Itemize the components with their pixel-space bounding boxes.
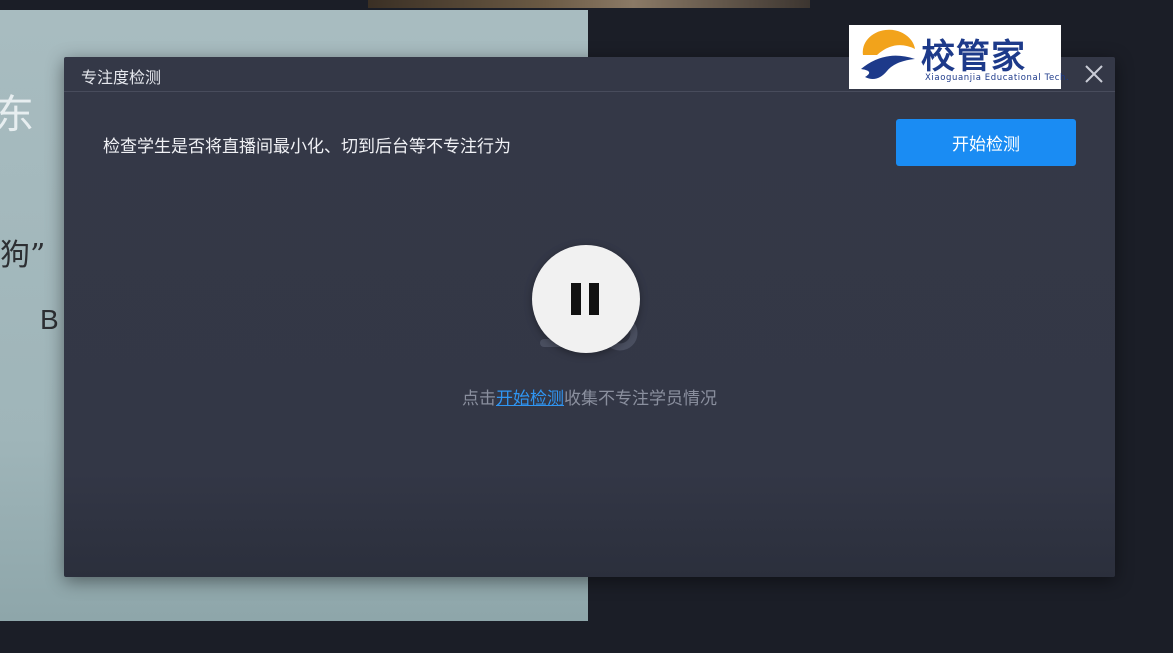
- close-icon: [1085, 65, 1103, 83]
- slide-text-fragment: B: [40, 304, 59, 335]
- pause-icon: [571, 283, 599, 315]
- start-detection-link[interactable]: 开始检测: [496, 389, 564, 408]
- logo-subtitle: Xiaoguanjia Educational Tech.: [925, 73, 1070, 83]
- logo-mark-icon: [861, 29, 915, 79]
- xiaoguanjia-logo: 校管家 Xiaoguanjia Educational Tech.: [849, 25, 1069, 89]
- slide-text-fragment: 东: [0, 92, 34, 138]
- close-button[interactable]: [1083, 63, 1105, 85]
- hint-prefix: 点击: [462, 389, 496, 408]
- slide-text-fragment: 狗”: [0, 238, 46, 273]
- empty-state-hint: 点击开始检测收集不专注学员情况: [64, 384, 1115, 409]
- focus-detection-dialog: 专注度检测 检查学生是否将直播间最小化、切到后台等不专注行为 开始检测 点击开始…: [64, 57, 1115, 577]
- logo-name: 校管家: [921, 38, 1026, 76]
- start-detection-button[interactable]: 开始检测: [896, 119, 1076, 166]
- screen: 东 狗” B 专注度检测 检查学生是否将直播间最小化、切到后台等不专注行为 开始…: [0, 0, 1173, 653]
- hint-suffix: 收集不专注学员情况: [564, 389, 717, 408]
- pause-button[interactable]: [532, 245, 640, 353]
- dialog-title: 专注度检测: [81, 70, 162, 87]
- detection-description: 检查学生是否将直播间最小化、切到后台等不专注行为: [103, 137, 511, 156]
- video-thumbnail-strip: [368, 0, 810, 8]
